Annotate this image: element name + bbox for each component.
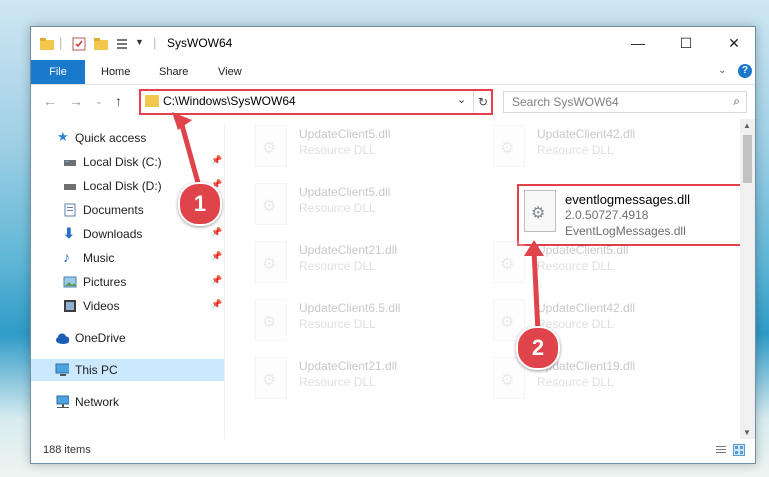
- callout-badge-2: 2: [516, 326, 560, 370]
- callout-arrows: [172, 112, 544, 335]
- arrow-2-shaft: [531, 247, 541, 335]
- arrow-1-shaft: [177, 115, 203, 193]
- callout-badge-1: 1: [178, 182, 222, 226]
- arrow-2-head: [524, 240, 544, 256]
